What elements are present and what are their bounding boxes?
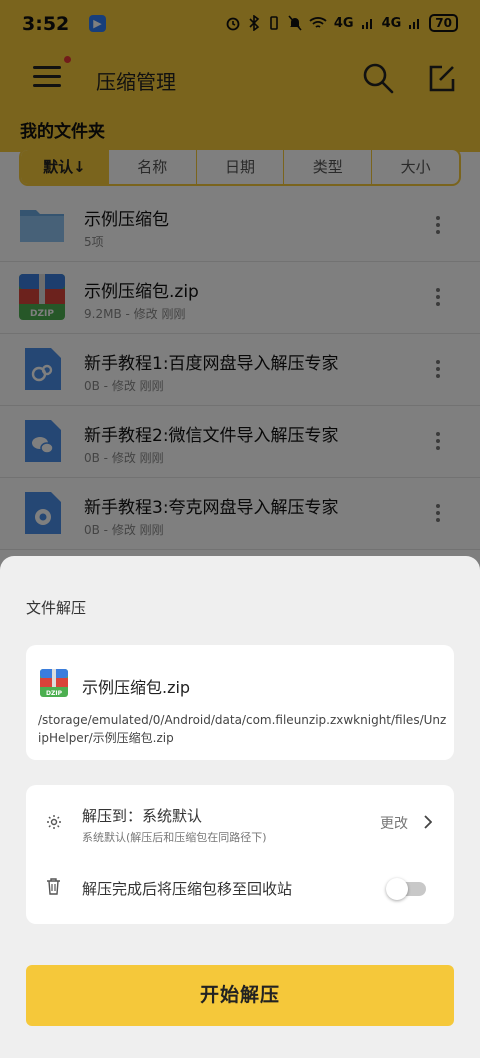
selected-file-name: 示例压缩包.zip (82, 678, 191, 697)
recycle-option-row: 解压完成后将压缩包移至回收站 (26, 861, 454, 917)
extract-destination-hint: 系统默认(解压后和压缩包在同路径下) (82, 831, 267, 844)
chevron-right-icon[interactable] (424, 815, 432, 829)
sheet-title: 文件解压 (26, 599, 87, 617)
recycle-option-label: 解压完成后将压缩包移至回收站 (82, 880, 293, 898)
extract-destination-row[interactable]: 解压到：系统默认 系统默认(解压后和压缩包在同路径下) 更改 (26, 785, 454, 855)
trash-icon (47, 878, 60, 895)
change-destination-button[interactable]: 更改 (380, 813, 408, 833)
gear-icon (47, 815, 61, 829)
svg-text:DZIP: DZIP (46, 690, 63, 697)
selected-file-path: /storage/emulated/0/Android/data/com.fil… (38, 713, 447, 745)
extract-destination-label: 解压到：系统默认 (82, 807, 203, 825)
extract-options-card: 解压到：系统默认 系统默认(解压后和压缩包在同路径下) 更改 解压完成后将压缩包… (26, 785, 454, 924)
zip-archive-icon: DZIP (40, 669, 68, 697)
start-extract-button[interactable]: 开始解压 (26, 965, 454, 1026)
selected-file-card: DZIP 示例压缩包.zip /storage/emulated/0/Andro… (26, 645, 454, 760)
recycle-toggle[interactable] (386, 877, 428, 900)
extract-bottom-sheet: 文件解压 DZIP 示例压缩包.zip /storage/emulated/0/… (0, 556, 480, 1058)
